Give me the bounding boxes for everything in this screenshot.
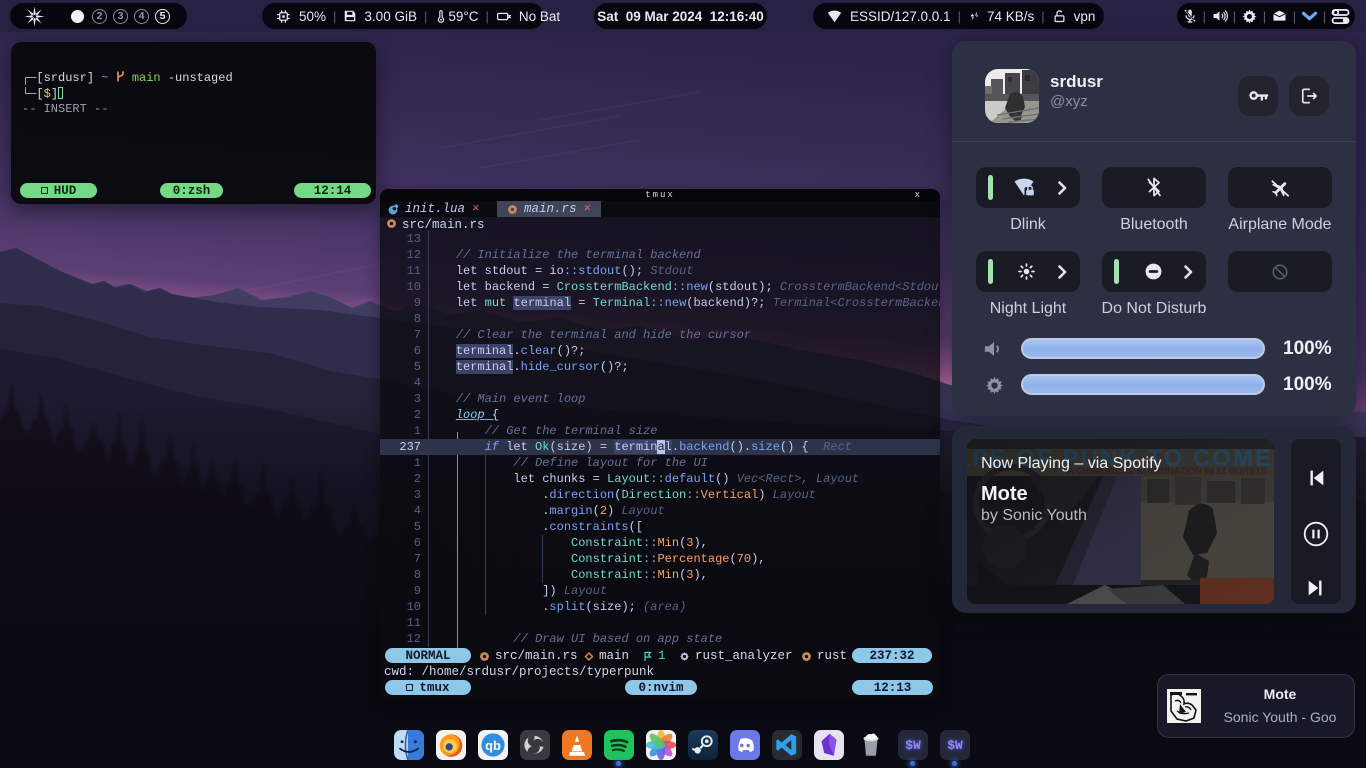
svg-text:qb: qb	[485, 738, 501, 753]
